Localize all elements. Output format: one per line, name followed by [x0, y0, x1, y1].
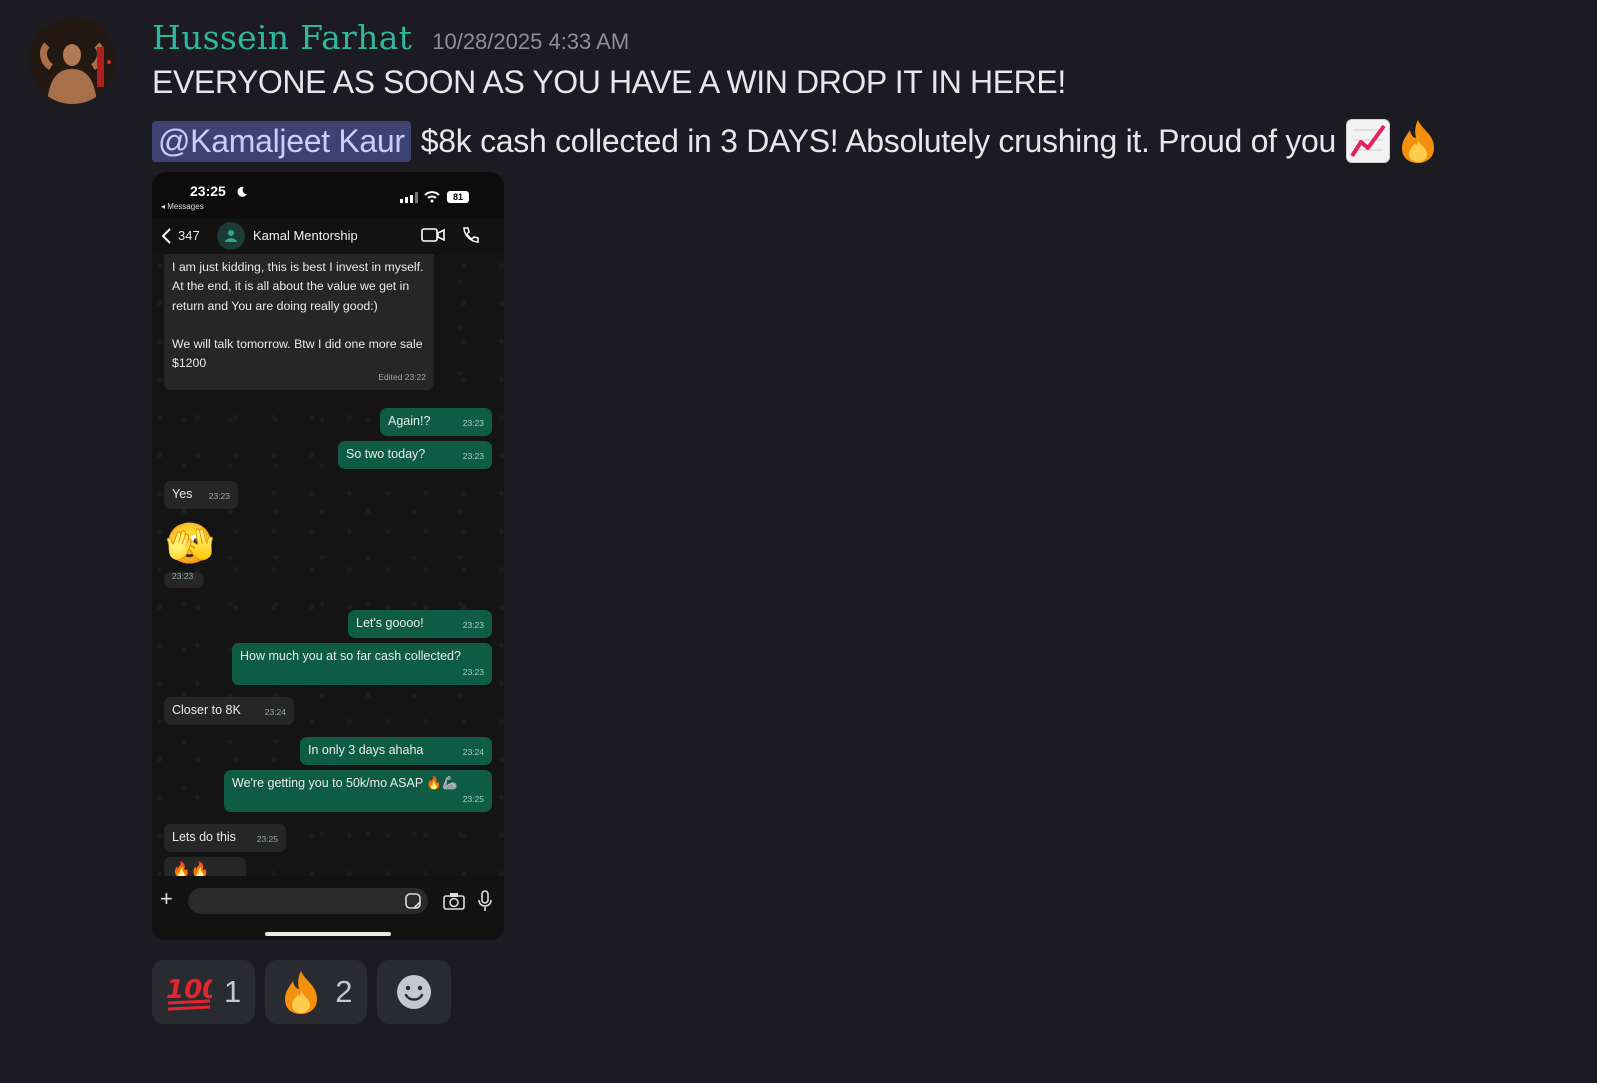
video-call-icon: [421, 228, 445, 242]
smiley-add-reaction-icon: [396, 975, 431, 1009]
avatar-image: [29, 17, 116, 104]
reaction-count: 2: [335, 974, 353, 1009]
bubble-text: Yes: [172, 487, 193, 501]
bubble-text: Lets do this: [172, 830, 236, 844]
bubble-text: How much you at so far cash collected?: [240, 649, 461, 663]
phone-status-bar: 23:25 ◂ Messages 81: [152, 172, 504, 216]
chat-bubble-incoming: Closer to 8K 23:24: [164, 697, 294, 725]
bubble-time: 23:25: [462, 794, 484, 804]
message-line-1: EVERYONE AS SOON AS YOU HAVE A WIN DROP …: [152, 64, 1066, 100]
person-icon: [225, 230, 237, 242]
message-line-2: @Kamaljeet Kaur $8k cash collected in 3 …: [152, 118, 1440, 164]
bubble-time: 23:25: [256, 834, 278, 844]
chat-bubble-outgoing: In only 3 days ahaha 23:24: [300, 737, 492, 765]
chat-bubble-incoming-partial: 🔥🔥: [164, 857, 246, 876]
hundred-points-emoji-icon: 100: [166, 975, 212, 1011]
bubble-time: 23:24: [264, 707, 286, 717]
moon-icon: [237, 186, 247, 197]
reactions-bar: 100 1 2: [152, 960, 451, 1024]
add-reaction-button[interactable]: [376, 960, 451, 1024]
chat-topbar: 347 Kamal Mentorship: [152, 218, 504, 254]
microphone-icon[interactable]: [478, 890, 492, 912]
home-indicator: [265, 932, 391, 936]
sticker-icon[interactable]: [404, 892, 422, 910]
camera-icon[interactable]: [443, 892, 465, 910]
chat-message: Hussein Farhat 10/28/2025 4:33 AM EVERYO…: [0, 0, 1597, 1083]
phone-time: 23:25: [190, 183, 226, 199]
user-mention[interactable]: @Kamaljeet Kaur: [152, 120, 411, 162]
chat-bubble-outgoing: How much you at so far cash collected? 23…: [232, 643, 492, 685]
chat-bubble-outgoing: Again!? 23:23: [380, 408, 492, 436]
phone-call-icon: [463, 227, 479, 243]
bubble-text: In only 3 days ahaha: [308, 743, 424, 757]
contact-name: Kamal Mentorship: [253, 228, 358, 243]
bubble-time: Edited 23:22: [378, 371, 426, 382]
message-header: Hussein Farhat 10/28/2025 4:33 AM: [152, 18, 629, 62]
contact-avatar: [217, 222, 245, 250]
bubble-text: I am just kidding, this is best I invest…: [172, 260, 424, 371]
reaction-hundred-points[interactable]: 100 1: [152, 960, 256, 1024]
author-name[interactable]: Hussein Farhat: [152, 18, 412, 57]
avatar[interactable]: [29, 17, 116, 104]
bubble-time: 23:23: [462, 667, 484, 677]
reaction-fire[interactable]: 2: [265, 960, 367, 1024]
bubble-text: Closer to 8K: [172, 703, 241, 717]
chart-increasing-emoji-icon: [1346, 119, 1391, 163]
phone-back-label: ◂ Messages: [161, 202, 204, 211]
chat-bubble-incoming: Lets do this 23:25: [164, 824, 286, 852]
bubble-time: 23:23: [462, 451, 484, 461]
attached-image[interactable]: 23:25 ◂ Messages 81 347 Kamal Mentorship…: [152, 172, 504, 940]
bubble-time: 23:23: [172, 571, 194, 581]
battery-indicator: 81: [447, 191, 469, 203]
chat-bubble-outgoing: So two today? 23:23: [338, 441, 492, 469]
message-input[interactable]: [188, 888, 428, 914]
message-line-2-text: $8k cash collected in 3 DAYS! Absolutely…: [420, 122, 1337, 159]
unread-count: 347: [178, 228, 200, 243]
wifi-icon: [424, 191, 440, 203]
reaction-count: 1: [224, 974, 242, 1009]
bubble-time: 23:23: [462, 418, 484, 428]
bubble-text: Let's goooo!: [356, 616, 424, 630]
back-chevron-icon: [161, 228, 171, 244]
bubble-text: We're getting you to 50k/mo ASAP 🔥🦾: [232, 776, 458, 790]
bubble-text: So two today?: [346, 447, 426, 461]
chat-bubble-incoming: I am just kidding, this is best I invest…: [164, 254, 434, 390]
bubble-time: 23:23: [462, 620, 484, 630]
fire-emoji-icon: [1396, 118, 1440, 164]
face-peeking-eye-emoji: 🫣: [165, 522, 215, 566]
chat-bubble-outgoing: We're getting you to 50k/mo ASAP 🔥🦾 23:25: [224, 770, 492, 812]
chat-area: I am just kidding, this is best I invest…: [152, 254, 504, 876]
chat-input-bar: +: [152, 876, 504, 940]
message-timestamp: 10/28/2025 4:33 AM: [432, 29, 630, 54]
chat-bubble-outgoing: Let's goooo! 23:23: [348, 610, 492, 638]
chat-bubble-incoming: Yes 23:23: [164, 481, 238, 509]
bubble-text: Again!?: [388, 414, 431, 428]
bubble-time: 23:24: [462, 747, 484, 757]
signal-icon: [400, 192, 418, 203]
fire-emoji-icon: [285, 971, 318, 1014]
bubble-time: 23:23: [208, 491, 230, 501]
plus-icon[interactable]: +: [160, 886, 173, 912]
chat-bubble-incoming: 23:23: [164, 571, 204, 588]
